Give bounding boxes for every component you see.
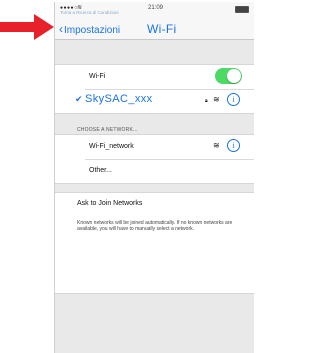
back-to-app-link[interactable]: Torna a Ricerca di Condizioni xyxy=(60,10,119,15)
wifi-toggle-switch[interactable] xyxy=(215,68,242,84)
other-network-row[interactable]: Other... xyxy=(55,159,254,183)
chevron-left-icon: ‹ xyxy=(59,22,63,36)
wifi-signal-icon: ≋ xyxy=(213,141,220,150)
wifi-toggle-row: Wi-Fi xyxy=(55,65,254,89)
back-button[interactable]: ‹Impostazioni xyxy=(59,22,120,36)
iphone-screen: ●●●●○ ≋ 21:09 Torna a Ricerca di Condizi… xyxy=(55,2,254,353)
wifi-signal-icon: ≋ xyxy=(213,95,220,104)
ask-to-join-description: Known networks will be joined automatica… xyxy=(77,220,233,232)
status-time: 21:09 xyxy=(148,5,164,11)
battery-icon xyxy=(235,6,249,13)
network-name: Wi-Fi_network xyxy=(89,143,134,150)
ask-to-join-group xyxy=(55,192,254,294)
ask-to-join-label: Ask to Join Networks xyxy=(77,200,143,207)
wifi-group: Wi-Fi ✔ SkySAC_xxx 🔒︎ ≋ i xyxy=(55,64,254,114)
info-icon[interactable]: i xyxy=(227,139,240,152)
page-title: Wi-Fi xyxy=(147,22,177,36)
networks-group: Wi-Fi_network ≋ i Other... xyxy=(55,134,254,184)
back-button-label: Impostazioni xyxy=(64,25,121,36)
other-network-label: Other... xyxy=(89,167,112,174)
lock-icon: 🔒︎ xyxy=(205,98,208,104)
connected-network-ssid: SkySAC_xxx xyxy=(85,93,153,105)
connected-network-row[interactable]: ✔ SkySAC_xxx 🔒︎ ≋ i xyxy=(55,89,254,113)
red-arrow-icon xyxy=(0,14,54,40)
network-row[interactable]: Wi-Fi_network ≋ i xyxy=(55,135,254,159)
toggle-knob xyxy=(227,69,241,83)
info-icon[interactable]: i xyxy=(227,93,240,106)
navigation-bar: ‹Impostazioni Wi-Fi xyxy=(55,16,254,40)
choose-network-header: CHOOSE A NETWORK... xyxy=(77,127,138,133)
checkmark-icon: ✔ xyxy=(75,94,83,104)
wifi-toggle-label: Wi-Fi xyxy=(89,73,106,80)
